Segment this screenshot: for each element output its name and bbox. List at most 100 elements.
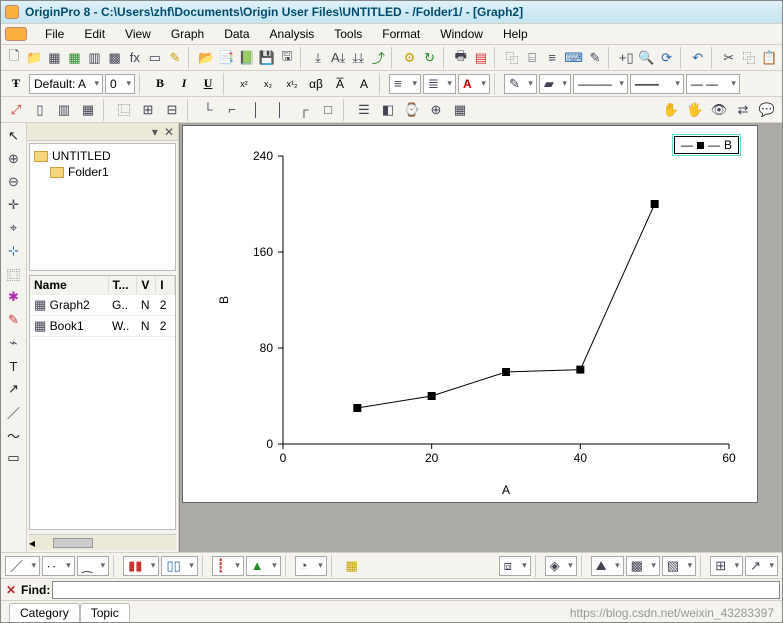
bold-button[interactable]: B: [149, 73, 171, 95]
superscript-button[interactable]: x²: [233, 73, 255, 95]
axis-all-button[interactable]: □: [317, 99, 339, 121]
zoomin-tool[interactable]: ⊕: [3, 148, 25, 170]
layer-button[interactable]: ▯: [29, 99, 51, 121]
dash-combo[interactable]: — —: [686, 74, 740, 94]
subscript-button[interactable]: x₂: [257, 73, 279, 95]
pe-dropdown-icon[interactable]: ▾: [152, 125, 158, 139]
mask-hide-button[interactable]: 👁: [708, 99, 730, 121]
import-wizard-button[interactable]: ⤓: [309, 47, 327, 69]
underline-button[interactable]: U: [197, 73, 219, 95]
mask-swap-button[interactable]: ⇄: [732, 99, 754, 121]
col-i[interactable]: I: [156, 276, 175, 295]
open-excel-button[interactable]: 📗: [237, 47, 255, 69]
save-template-button[interactable]: 🖫: [278, 47, 296, 69]
reader-tool[interactable]: ✛: [3, 194, 25, 216]
menu-analysis[interactable]: Analysis: [260, 24, 325, 44]
linesym-plot-combo[interactable]: ⁔: [77, 556, 109, 576]
mask-mode-button[interactable]: 💬: [756, 99, 778, 121]
region-tool[interactable]: ⌁: [3, 332, 25, 354]
fontcolor-combo[interactable]: A: [458, 74, 490, 94]
new-excel-button[interactable]: ▦: [65, 47, 83, 69]
tab-category[interactable]: Category: [9, 603, 80, 622]
menu-format[interactable]: Format: [372, 24, 430, 44]
wireframe-plot-combo[interactable]: ▩: [626, 556, 660, 576]
template-plot-button[interactable]: ▦: [341, 555, 363, 577]
greek-button[interactable]: αβ: [305, 73, 327, 95]
fontdec-button[interactable]: A: [353, 73, 375, 95]
col-v[interactable]: V: [137, 276, 156, 295]
menu-edit[interactable]: Edit: [74, 24, 115, 44]
table-button[interactable]: ▦: [449, 99, 471, 121]
new-notes-button[interactable]: ✎: [166, 47, 184, 69]
theme-button[interactable]: Ŧ: [5, 73, 27, 95]
xy-button[interactable]: ⊕: [425, 99, 447, 121]
exlayer-button[interactable]: ⊟: [161, 99, 183, 121]
col-name[interactable]: Name: [30, 276, 108, 295]
results-button[interactable]: ≡: [543, 47, 561, 69]
layers-button[interactable]: ▥: [53, 99, 75, 121]
zoom-button[interactable]: 🔍: [637, 47, 655, 69]
linecolor-combo[interactable]: ✎: [504, 74, 537, 94]
new-matrix-button[interactable]: ▩: [106, 47, 124, 69]
date-button[interactable]: ⌚: [401, 99, 423, 121]
axis-b-button[interactable]: └: [197, 99, 219, 121]
new-graph-button[interactable]: ▥: [86, 47, 104, 69]
axis-r-button[interactable]: │: [269, 99, 291, 121]
col-type[interactable]: T...: [108, 276, 137, 295]
font-name-combo[interactable]: Default: A: [29, 74, 103, 94]
merge-button[interactable]: ⿺: [113, 99, 135, 121]
valign-combo[interactable]: ≣: [423, 74, 456, 94]
mask-tool[interactable]: ✱: [3, 286, 25, 308]
new-function-button[interactable]: fx: [126, 47, 144, 69]
text-tool[interactable]: T: [3, 355, 25, 377]
paste-button[interactable]: 📋: [760, 47, 778, 69]
results2-button[interactable]: ✎: [586, 47, 604, 69]
import-multi-button[interactable]: ⤓⤓: [349, 47, 367, 69]
area-plot-combo[interactable]: ▲: [246, 556, 281, 576]
menu-help[interactable]: Help: [493, 24, 538, 44]
batch-button[interactable]: ⚙: [400, 47, 418, 69]
extract-button[interactable]: ▦: [77, 99, 99, 121]
pe-list[interactable]: Name T... V I ▦ Graph2 G.. N 2 ▦ Book1 W…: [29, 275, 176, 530]
arrange-button[interactable]: ⊞: [137, 99, 159, 121]
dup-button[interactable]: ⿻: [503, 47, 521, 69]
line-plot-combo[interactable]: ／: [5, 556, 40, 576]
line-tool[interactable]: ／: [3, 401, 25, 423]
vector-plot-combo[interactable]: ↗: [745, 556, 778, 576]
fillcolor-combo[interactable]: ▰: [539, 74, 571, 94]
pe-close-icon[interactable]: ✕: [164, 125, 174, 139]
slide-button[interactable]: ▤: [472, 47, 490, 69]
undo-button[interactable]: ↶: [689, 47, 707, 69]
scatter-plot-combo[interactable]: ∙∙: [42, 556, 75, 576]
tree-folder1[interactable]: Folder1: [50, 164, 171, 180]
fontinc-button[interactable]: A̅: [329, 73, 351, 95]
surface-plot-combo[interactable]: ⛰: [591, 556, 624, 576]
linewidth-combo[interactable]: ——: [630, 74, 684, 94]
pe-tree[interactable]: UNTITLED Folder1: [29, 143, 176, 271]
graph-page[interactable]: —— B 0801602400204060AB: [182, 125, 758, 503]
find-input[interactable]: [52, 581, 780, 599]
open-button[interactable]: 📂: [197, 47, 215, 69]
save-button[interactable]: 💾: [258, 47, 276, 69]
refresh-button[interactable]: ⟳: [657, 47, 675, 69]
menu-window[interactable]: Window: [430, 24, 493, 44]
legend[interactable]: —— B: [674, 136, 739, 154]
list-item[interactable]: ▦ Graph2 G.. N 2: [30, 295, 175, 316]
color-button[interactable]: ◧: [377, 99, 399, 121]
italic-button[interactable]: I: [173, 73, 195, 95]
contour-plot-combo[interactable]: ◈: [545, 556, 577, 576]
stock-plot-combo[interactable]: ┋: [212, 556, 244, 576]
bar-plot-combo[interactable]: ▮▮: [123, 556, 159, 576]
tab-topic[interactable]: Topic: [80, 603, 130, 622]
drawdata-tool[interactable]: ✎: [3, 309, 25, 331]
axis-bt-button[interactable]: ⌐: [221, 99, 243, 121]
recalc-button[interactable]: ↻: [421, 47, 439, 69]
copy-button[interactable]: ⿻: [740, 47, 758, 69]
code-button[interactable]: ⌨: [563, 47, 584, 69]
legend-button[interactable]: ☰: [353, 99, 375, 121]
screader-tool[interactable]: ⌖: [3, 217, 25, 239]
pointer-tool[interactable]: ↖: [3, 125, 25, 147]
zoomout-tool[interactable]: ⊖: [3, 171, 25, 193]
pie-plot-combo[interactable]: ◔: [295, 556, 327, 576]
menu-data[interactable]: Data: [214, 24, 259, 44]
